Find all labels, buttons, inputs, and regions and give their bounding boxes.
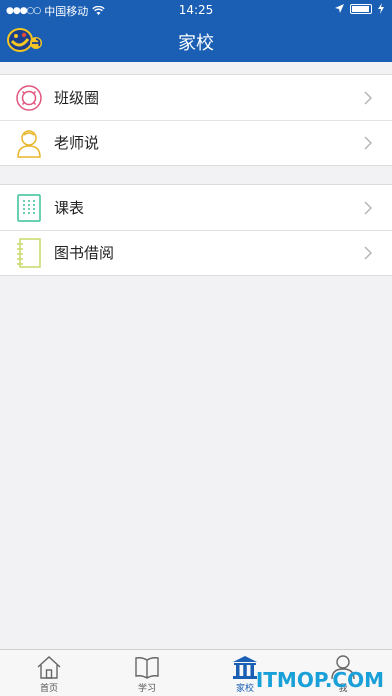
status-time: 14:25 [178, 3, 214, 17]
school-icon [233, 656, 257, 679]
chevron-right-icon [358, 200, 378, 215]
tab-label: 学习 [137, 684, 156, 694]
tab-label: 首页 [39, 684, 58, 694]
page-title: 家校 [178, 33, 214, 54]
tab-study[interactable]: 学习 [98, 650, 196, 696]
notebook-icon [14, 237, 44, 269]
charging-icon [378, 3, 384, 14]
location-arrow-icon [335, 4, 344, 13]
chevron-right-icon [358, 90, 378, 105]
menu-group-social: 班级圈 老师说 [0, 74, 392, 166]
nav-bar: 家校 [0, 20, 392, 62]
schedule-icon [14, 192, 44, 224]
menu-item-label: 班级圈 [54, 89, 100, 107]
watermark: ITMOP.COM [255, 668, 384, 692]
menu-item-label: 老师说 [54, 134, 100, 152]
menu-item-label: 图书借阅 [54, 244, 115, 262]
menu-item-schedule[interactable]: 课表 [0, 185, 392, 230]
class-circle-icon [14, 82, 44, 114]
book-icon [135, 657, 159, 679]
tab-label: 家校 [235, 684, 254, 694]
chevron-right-icon [358, 135, 378, 150]
battery-icon [350, 3, 372, 14]
menu-group-school: 课表 图书借阅 [0, 184, 392, 276]
chevron-right-icon [358, 245, 378, 260]
menu-item-label: 课表 [54, 199, 85, 217]
menu-item-library[interactable]: 图书借阅 [0, 230, 392, 275]
teacher-icon [14, 127, 44, 159]
menu-item-teacher-says[interactable]: 老师说 [0, 120, 392, 165]
home-icon [37, 656, 61, 679]
menu-item-class-circle[interactable]: 班级圈 [0, 75, 392, 120]
tab-home[interactable]: 首页 [0, 650, 98, 696]
status-bar: ●●●○○ 中国移动 14:25 [0, 0, 392, 20]
